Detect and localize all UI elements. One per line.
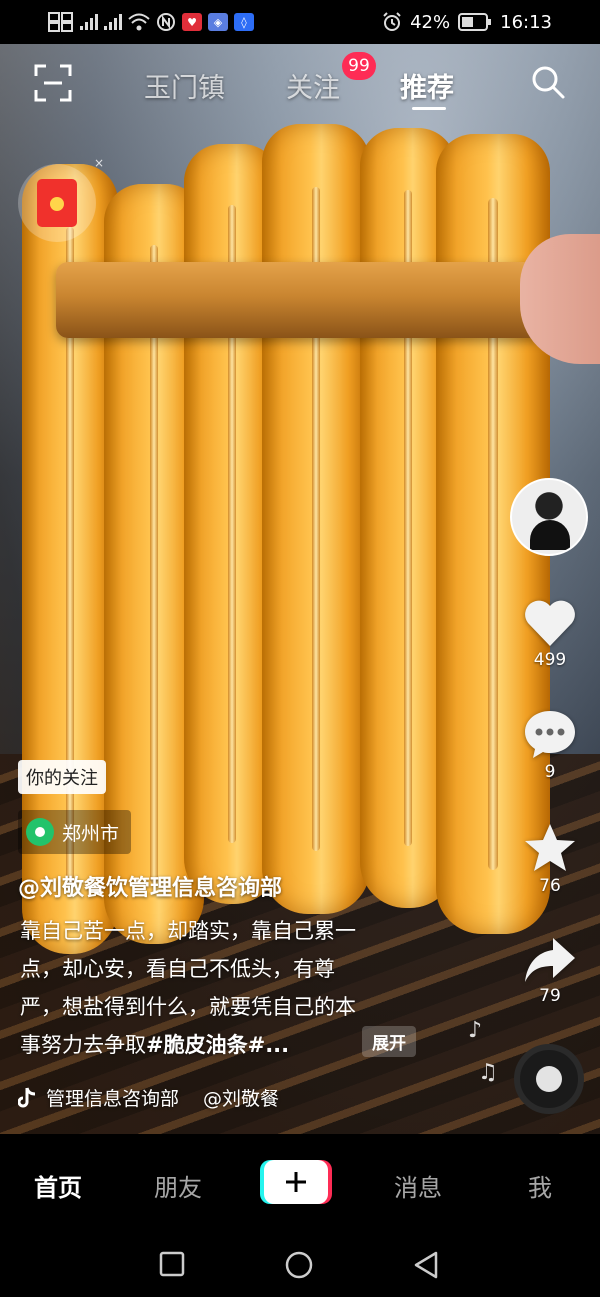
- tab-nearby[interactable]: 玉门镇: [144, 66, 225, 105]
- wifi-icon: [128, 13, 150, 31]
- tab-friends[interactable]: 朋友: [154, 1168, 202, 1203]
- tab-me[interactable]: 我: [528, 1168, 552, 1203]
- share-button[interactable]: 79: [510, 936, 590, 1006]
- red-envelope-widget[interactable]: [18, 164, 96, 242]
- clock: 16:13: [500, 11, 552, 33]
- following-badge: 99: [342, 52, 376, 80]
- tiktok-note-icon: [18, 1087, 36, 1107]
- description-line: 点，却心安，看自己不低头，有尊: [20, 957, 335, 981]
- red-envelope-icon: [37, 179, 77, 227]
- creator-avatar[interactable]: [510, 478, 588, 556]
- expand-button[interactable]: 展开: [362, 1026, 416, 1057]
- recent-apps-icon[interactable]: [158, 1250, 186, 1278]
- active-tab-indicator: [412, 107, 446, 110]
- share-icon: [525, 938, 575, 982]
- description-line: 靠自己苦一点，却踏实，靠自己累一: [20, 919, 356, 943]
- favorite-count: 76: [539, 876, 561, 896]
- music-info[interactable]: 管理信息咨询部 @刘敬餐: [18, 1084, 279, 1111]
- music-note-icon: ♪: [468, 1018, 483, 1043]
- location-label: 郑州市: [62, 822, 120, 845]
- description-line: 严，想盐得到什么，就要凭自己的本: [20, 995, 356, 1019]
- bottom-tab-bar: 首页 朋友 消息 我: [0, 1134, 600, 1234]
- hashtag-link[interactable]: #脆皮油条#...: [146, 1033, 289, 1057]
- comment-icon: [525, 711, 575, 758]
- tab-messages[interactable]: 消息: [394, 1168, 442, 1203]
- app-notification-icon: ◈: [208, 13, 228, 31]
- description-text: 事努力去争取: [20, 1033, 146, 1057]
- status-bar: ♥ ◈ ◊ 42% 16:13: [0, 0, 600, 44]
- close-icon[interactable]: ×: [94, 156, 104, 170]
- video-chopstick: [56, 262, 600, 338]
- status-icons-right: 42% 16:13: [382, 9, 552, 35]
- location-pin-icon: [26, 818, 54, 846]
- back-icon[interactable]: [412, 1250, 440, 1280]
- music-disc[interactable]: [514, 1044, 584, 1114]
- follow-status-tag: 你的关注: [18, 760, 106, 794]
- scan-icon[interactable]: [34, 64, 72, 102]
- comment-button[interactable]: 9: [510, 708, 590, 782]
- tab-home[interactable]: 首页: [34, 1168, 82, 1203]
- music-author: @刘敬餐: [203, 1088, 280, 1110]
- notification-badge-icon: ♥: [182, 13, 202, 31]
- music-note-icon: ♫: [478, 1060, 498, 1085]
- top-nav: 玉门镇 关注 推荐: [0, 44, 600, 124]
- like-button[interactable]: 499: [510, 598, 590, 670]
- share-count: 79: [539, 986, 561, 1006]
- heart-icon: [525, 600, 575, 646]
- music-title: 管理信息咨询部: [46, 1088, 180, 1110]
- author-name[interactable]: @刘敬餐饮管理信息咨询部: [18, 870, 282, 902]
- alarm-icon: [383, 12, 401, 31]
- status-icons-left: ♥ ◈ ◊: [48, 9, 254, 35]
- create-button[interactable]: [264, 1160, 328, 1204]
- tab-recommended[interactable]: 推荐: [400, 66, 454, 105]
- signal-bars-icon: [104, 14, 122, 30]
- search-icon[interactable]: [530, 64, 566, 100]
- plus-icon: [286, 1172, 306, 1192]
- comment-count: 9: [544, 762, 556, 782]
- location-tag[interactable]: 郑州市: [18, 810, 132, 854]
- sim-signal-icon: [48, 12, 73, 32]
- signal-bars-icon: [80, 14, 98, 30]
- system-nav-bar: [0, 1234, 600, 1297]
- nfc-icon: [157, 13, 175, 31]
- battery-icon: [458, 13, 492, 31]
- shield-icon: ◊: [234, 13, 254, 31]
- tab-following[interactable]: 关注: [286, 66, 340, 105]
- like-count: 499: [533, 650, 567, 670]
- video-fried-dough-4: [262, 124, 370, 914]
- favorite-button[interactable]: 76: [510, 822, 590, 896]
- star-icon: [525, 824, 575, 871]
- battery-percent: 42%: [410, 11, 451, 33]
- home-icon[interactable]: [284, 1250, 314, 1280]
